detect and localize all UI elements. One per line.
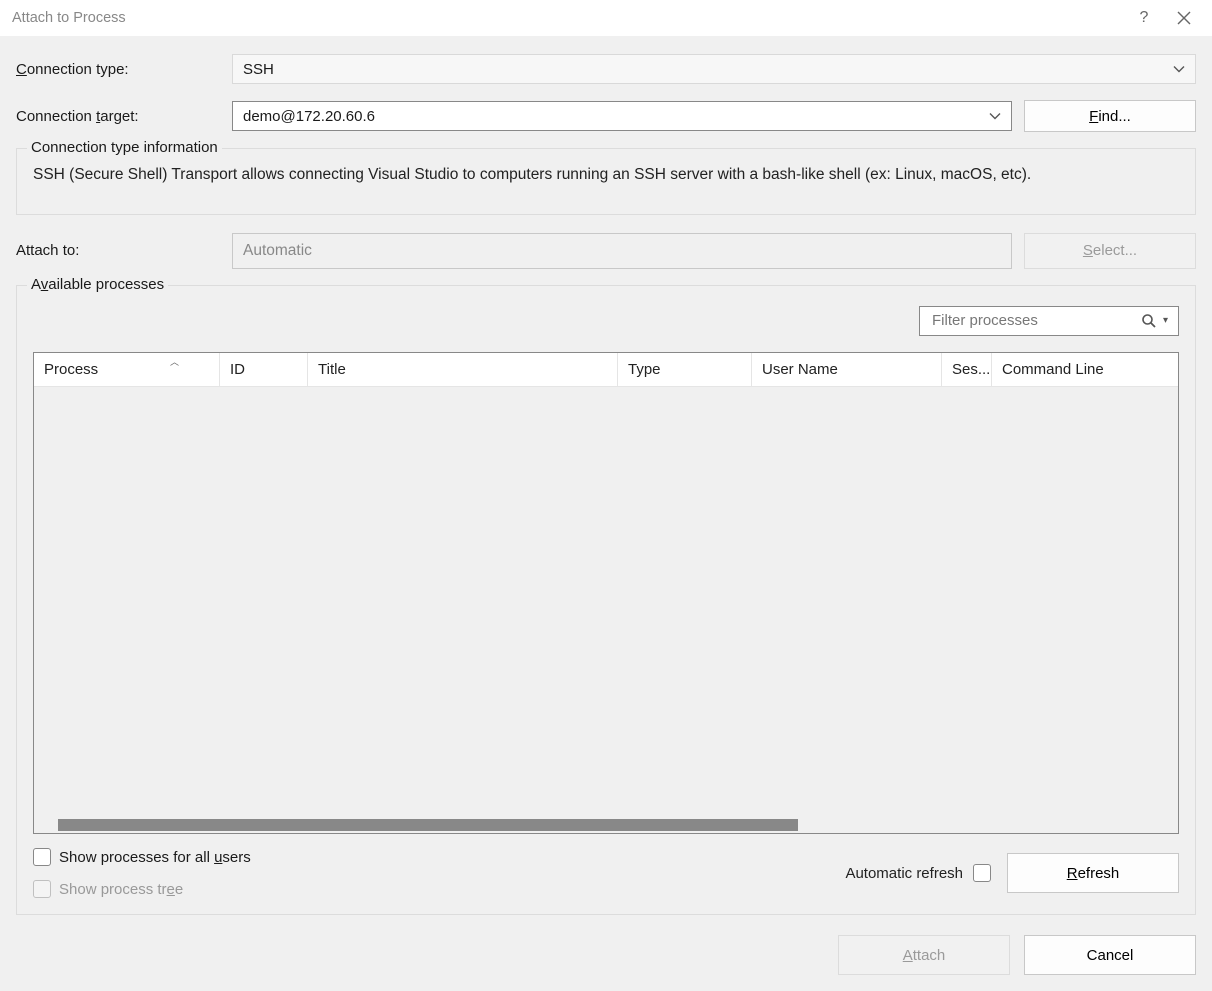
show-all-users-checkbox[interactable]: Show processes for all users <box>33 848 833 866</box>
column-header-process[interactable]: Process ︿ <box>34 353 220 386</box>
sort-ascending-icon: ︿ <box>170 355 179 368</box>
scrollbar-thumb[interactable] <box>58 819 798 831</box>
connection-type-info-group: Connection type information SSH (Secure … <box>16 148 1196 215</box>
search-icon <box>1141 313 1157 329</box>
column-header-type[interactable]: Type <box>618 353 752 386</box>
available-processes-legend: Available processes <box>27 276 168 293</box>
column-header-session[interactable]: Ses... <box>942 353 992 386</box>
connection-target-row: Connection target: demo@172.20.60.6 Find… <box>16 100 1196 132</box>
connection-type-combo[interactable]: SSH <box>232 54 1196 84</box>
column-header-command-line[interactable]: Command Line <box>992 353 1178 386</box>
filter-processes-box[interactable]: ▾ <box>919 306 1179 336</box>
process-table-body <box>34 387 1178 817</box>
find-button[interactable]: Find... <box>1024 100 1196 132</box>
dialog-buttons: Attach Cancel <box>16 935 1196 975</box>
select-button: Select... <box>1024 233 1196 269</box>
connection-type-label: Connection type: <box>16 61 232 78</box>
automatic-refresh-row: Automatic refresh <box>845 864 991 882</box>
checkbox-box-icon <box>973 864 991 882</box>
titlebar: Attach to Process ? <box>0 0 1212 36</box>
filter-row: ▾ <box>33 306 1179 336</box>
help-button[interactable]: ? <box>1124 0 1164 36</box>
connection-target-combo[interactable]: demo@172.20.60.6 <box>232 101 1012 131</box>
column-header-id[interactable]: ID <box>220 353 308 386</box>
dialog-body: Connection type: SSH Connection target: … <box>0 36 1212 991</box>
cancel-button[interactable]: Cancel <box>1024 935 1196 975</box>
connection-target-label: Connection target: <box>16 108 232 125</box>
close-icon <box>1177 11 1191 25</box>
show-process-tree-checkbox: Show process tree <box>33 880 833 898</box>
below-table-controls: Show processes for all users Show proces… <box>33 848 1179 898</box>
column-header-user-name[interactable]: User Name <box>752 353 942 386</box>
horizontal-scrollbar[interactable] <box>34 817 1178 833</box>
chevron-down-icon <box>1173 61 1185 78</box>
column-header-title[interactable]: Title <box>308 353 618 386</box>
attach-to-row: Attach to: Automatic Select... <box>16 233 1196 269</box>
connection-type-info-legend: Connection type information <box>27 139 222 156</box>
automatic-refresh-checkbox[interactable] <box>973 864 991 882</box>
attach-to-label: Attach to: <box>16 242 232 259</box>
checkbox-box-icon <box>33 880 51 898</box>
available-processes-group: Available processes ▾ Process ︿ ID Title… <box>16 285 1196 915</box>
attach-button: Attach <box>838 935 1010 975</box>
automatic-refresh-label: Automatic refresh <box>845 865 963 882</box>
process-table: Process ︿ ID Title Type User Name Ses...… <box>33 352 1179 834</box>
connection-type-row: Connection type: SSH <box>16 54 1196 84</box>
checkbox-box-icon <box>33 848 51 866</box>
window-title: Attach to Process <box>12 10 1124 26</box>
filter-dropdown-icon[interactable]: ▾ <box>1163 315 1168 326</box>
close-button[interactable] <box>1164 0 1204 36</box>
connection-type-info-text: SSH (Secure Shell) Transport allows conn… <box>33 163 1179 188</box>
filter-processes-input[interactable] <box>930 311 1135 330</box>
refresh-button[interactable]: Refresh <box>1007 853 1179 893</box>
connection-type-value: SSH <box>243 61 274 78</box>
process-table-header: Process ︿ ID Title Type User Name Ses...… <box>34 353 1178 387</box>
chevron-down-icon <box>989 108 1001 125</box>
checkbox-column: Show processes for all users Show proces… <box>33 848 833 898</box>
attach-to-value: Automatic <box>232 233 1012 269</box>
connection-target-value: demo@172.20.60.6 <box>243 108 375 125</box>
